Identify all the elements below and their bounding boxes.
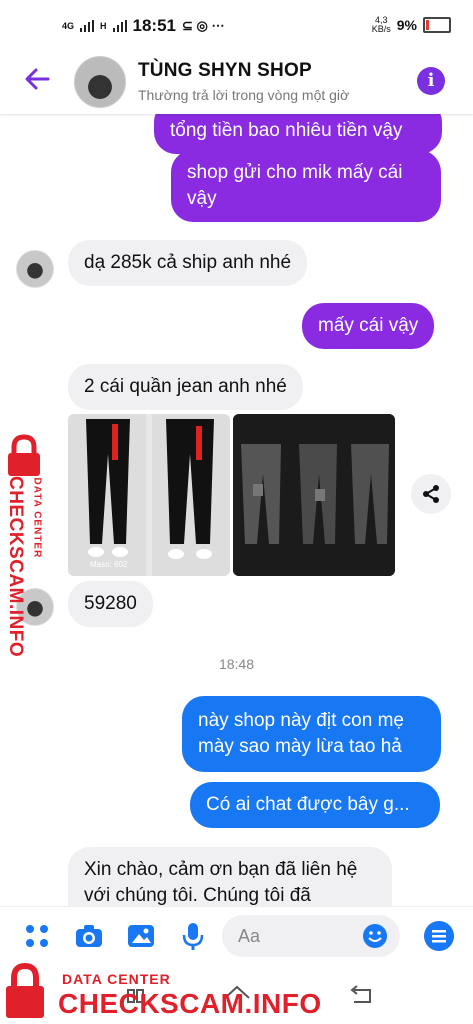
watermark-side-line2: CHECKSCAM.INFO [5,476,26,658]
status-left: 4G H 18:51 ⊆ ◎ ⋯ [62,16,224,36]
apps-grid-icon[interactable] [22,921,52,951]
contact-avatar-small [16,250,54,288]
message-bubble[interactable]: Có ai chat được bây g... [190,782,440,828]
jeans-photo-1 [68,414,230,576]
photo-attachment-1[interactable]: Maso: 602 [68,414,230,576]
message-bubble[interactable]: này shop này địt con mẹ mày sao mày lừa … [182,696,441,772]
signal-icon [80,20,95,32]
signal-icon-2 [112,20,127,32]
photo-attachment-2[interactable] [233,414,395,576]
speed-unit: KB/s [371,24,391,34]
jeans-photo-2 [233,414,395,576]
status-bar: 4G H 18:51 ⊆ ◎ ⋯ 4,3 KB/s 9% [0,0,473,50]
watermark-bottom-line2: CHECKSCAM.INFO [58,988,322,1019]
timestamp: 18:48 [218,656,255,672]
composer-bar: Aa [0,906,473,967]
back-nav-icon[interactable] [348,984,374,1008]
network-indicator: 4G [62,20,75,31]
message-bubble[interactable]: shop gửi cho mik mấy cái vậy [171,150,441,222]
contact-avatar[interactable] [74,56,126,108]
image-icon[interactable] [126,921,156,951]
info-icon[interactable]: i [417,67,445,95]
battery-percent: 9% [396,17,417,33]
microphone-icon[interactable] [178,921,208,951]
message-bubble[interactable]: dạ 285k cả ship anh nhé [68,240,308,286]
battery-icon [423,17,451,33]
lock-icon [8,434,40,476]
share-button[interactable] [411,474,451,514]
status-right: 4,3 KB/s 9% [372,16,451,34]
emoji-icon[interactable] [362,923,388,949]
message-input[interactable]: Aa [222,915,400,957]
menu-icon[interactable] [424,921,454,951]
message-bubble[interactable]: 59280 [68,581,153,627]
lock-icon-large [6,962,44,1018]
back-arrow-icon[interactable] [22,64,52,94]
contact-name[interactable]: TÙNG SHYN SHOP [138,60,312,82]
share-icon [423,485,439,503]
photo-caption: Maso: 602 [90,560,128,569]
message-input-placeholder: Aa [238,926,261,946]
network-indicator-2: H [100,20,107,31]
message-bubble[interactable]: 2 cái quần jean anh nhé [68,364,303,410]
watermark-bottom-line1: DATA CENTER [62,971,171,987]
camera-icon[interactable] [74,921,104,951]
message-bubble[interactable]: mấy cái vậy [302,303,435,349]
watermark-side-line1: DATA CENTER [31,477,43,559]
menu-lines-icon [432,930,446,943]
chat-header: TÙNG SHYN SHOP Thường trả lời trong vòng… [0,50,473,114]
notification-icon: ⊆ ◎ ⋯ [182,18,225,33]
clock: 18:51 [132,16,176,35]
net-speed: 4,3 KB/s [372,16,391,34]
contact-status: Thường trả lời trong vòng một giờ [138,87,350,103]
